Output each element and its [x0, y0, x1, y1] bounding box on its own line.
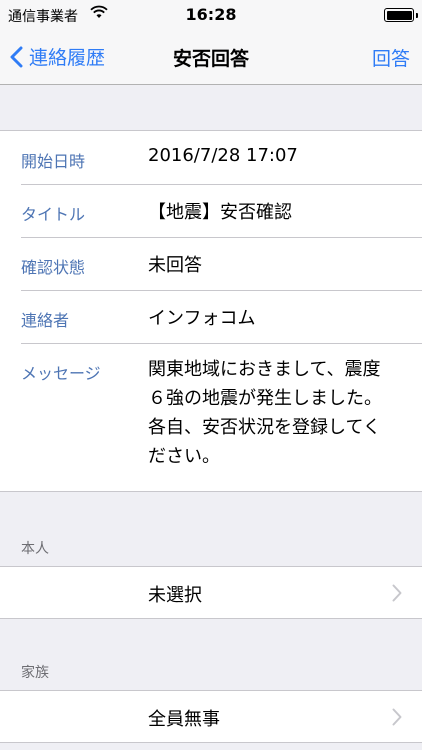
detail-row-start-time: 開始日時 2016/7/28 17:07 [0, 131, 422, 184]
detail-label: 開始日時 [21, 152, 86, 171]
detail-value: 【地震】安否確認 [148, 202, 292, 223]
navigation-bar: 連絡履歴 安否回答 回答 [0, 30, 422, 85]
detail-row-message: メッセージ 関東地域におきまして、震度 ６強の地震が発生しました。 各自、安否状… [0, 343, 422, 491]
self-section-header: 本人 [21, 541, 49, 557]
detail-label: タイトル [21, 205, 86, 224]
message-text: 関東地域におきまして、震度 ６強の地震が発生しました。 各自、安否状況を登録して… [148, 359, 382, 467]
page-title: 安否回答 [172, 48, 249, 70]
family-status-value: 全員無事 [148, 709, 220, 730]
detail-value: 2016/7/28 17:07 [148, 145, 298, 166]
family-status-row[interactable]: 全員無事 [0, 690, 422, 743]
battery-icon [384, 8, 418, 22]
detail-row-status: 確認状態 未回答 [0, 237, 422, 290]
status-bar: 通信事業者 16:28 [0, 0, 422, 30]
detail-value: インフォコム [148, 308, 256, 329]
clock: 16:28 [185, 5, 237, 24]
detail-label: 連絡者 [21, 311, 70, 330]
self-status-row[interactable]: 未選択 [0, 566, 422, 619]
family-section-header: 家族 [21, 665, 49, 681]
detail-row-sender: 連絡者 インフォコム [0, 290, 422, 343]
answer-button[interactable]: 回答 [372, 44, 410, 71]
detail-label: メッセージ [21, 364, 101, 383]
detail-row-title: タイトル 【地震】安否確認 [0, 184, 422, 237]
detail-label: 確認状態 [21, 258, 86, 277]
chevron-right-icon [392, 708, 402, 726]
chevron-right-icon [392, 584, 402, 602]
detail-value: 未回答 [148, 255, 202, 276]
details-section: 開始日時 2016/7/28 17:07 タイトル 【地震】安否確認 確認状態 … [0, 130, 422, 492]
self-status-value: 未選択 [148, 585, 202, 606]
